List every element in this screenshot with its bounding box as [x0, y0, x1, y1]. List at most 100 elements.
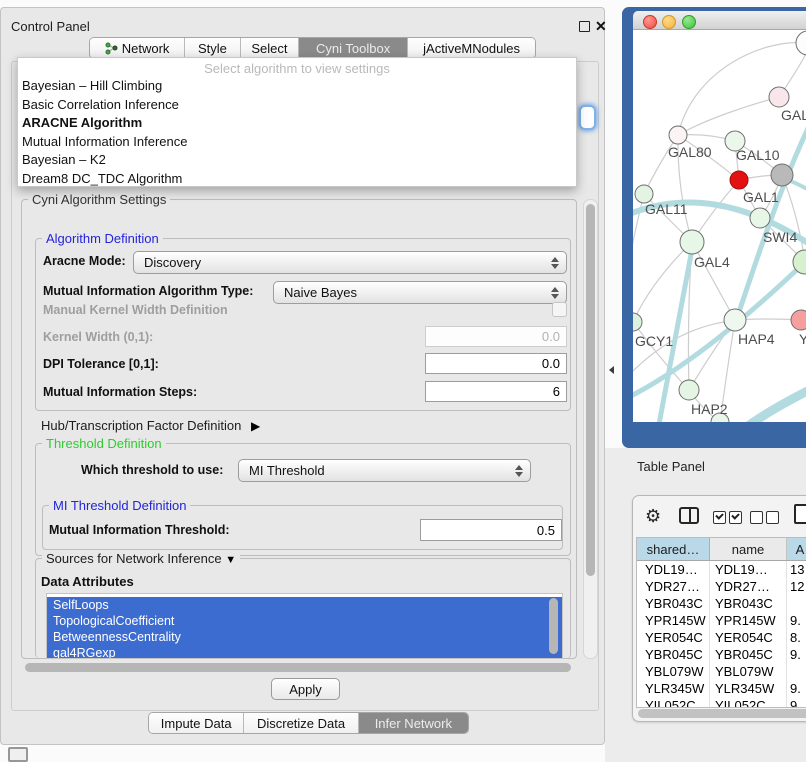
cell[interactable]: YBL079W: [637, 663, 710, 680]
table-row[interactable]: YLR345W YLR345W 9.: [637, 680, 806, 697]
list-item[interactable]: BetweennessCentrality: [47, 629, 562, 645]
node[interactable]: [750, 208, 770, 228]
tab-network[interactable]: Network: [90, 38, 185, 58]
table-row[interactable]: YBL079W YBL079W: [637, 663, 806, 680]
cell[interactable]: YPR145W: [637, 612, 710, 629]
minimize-traffic-light-icon[interactable]: [662, 15, 676, 29]
cell[interactable]: [787, 595, 806, 612]
new-column-icon[interactable]: [794, 504, 806, 524]
list-item[interactable]: SelfLoops: [47, 597, 562, 613]
node-hap2[interactable]: [679, 380, 699, 400]
cell[interactable]: YIL052C: [710, 697, 787, 708]
network-canvas[interactable]: GAL GAL80 GAL10 GAL1 GAL11 SWI4 GAL4 GCY…: [633, 30, 806, 422]
table-row[interactable]: YIL052C YIL052C 9: [637, 697, 806, 708]
tab-cyni-toolbox[interactable]: Cyni Toolbox: [299, 38, 408, 58]
list-item[interactable]: gal4RGexp: [47, 645, 562, 659]
tab-select[interactable]: Select: [241, 38, 299, 58]
cell[interactable]: YDL19…: [637, 561, 710, 578]
cell[interactable]: YDR27…: [637, 578, 710, 595]
table-row[interactable]: YPR145W YPR145W 9.: [637, 612, 806, 629]
cell[interactable]: YBR045C: [637, 646, 710, 663]
deselect-all-columns-icon[interactable]: [750, 511, 779, 524]
node-gal4[interactable]: [680, 230, 704, 254]
cell[interactable]: YDR27…: [710, 578, 787, 595]
network-window-titlebar[interactable]: [633, 11, 806, 30]
expand-arrow-icon[interactable]: ▶: [251, 419, 260, 433]
dropdown-item[interactable]: Bayesian – Hill Climbing: [20, 77, 562, 95]
column-header[interactable]: shared…: [637, 538, 710, 560]
table-hscrollbar-thumb[interactable]: [638, 709, 806, 718]
cell[interactable]: YER054C: [710, 629, 787, 646]
table-row[interactable]: YER054C YER054C 8.: [637, 629, 806, 646]
select-all-columns-icon[interactable]: [713, 511, 742, 524]
cell[interactable]: 12: [787, 578, 806, 595]
node-hap4[interactable]: [724, 309, 746, 331]
tab-impute-data[interactable]: Impute Data: [149, 713, 244, 733]
close-traffic-light-icon[interactable]: [643, 15, 657, 29]
dpi-tolerance-field[interactable]: 0.0: [425, 353, 567, 374]
hub-definition-expander[interactable]: Hub/Transcription Factor Definition ▶: [41, 418, 260, 433]
node-gal80[interactable]: [669, 126, 687, 144]
cell[interactable]: YBR045C: [710, 646, 787, 663]
cell[interactable]: YDL19…: [710, 561, 787, 578]
dropdown-item[interactable]: Bayesian – K2: [20, 151, 562, 169]
node-table[interactable]: shared… name A YDL19… YDL19… 13 YDR27… Y…: [636, 537, 806, 708]
cell[interactable]: YLR345W: [710, 680, 787, 697]
tab-discretize-data[interactable]: Discretize Data: [244, 713, 358, 733]
cell[interactable]: 9.: [787, 612, 806, 629]
mi-threshold-field[interactable]: 0.5: [420, 519, 562, 541]
vertical-scrollbar[interactable]: [583, 199, 598, 659]
tab-style[interactable]: Style: [185, 38, 241, 58]
cell[interactable]: YBL079W: [710, 663, 787, 680]
mi-algorithm-type-combo[interactable]: Naive Bayes: [273, 281, 567, 304]
split-columns-icon[interactable]: [679, 507, 699, 524]
cell[interactable]: [787, 663, 806, 680]
node[interactable]: [769, 87, 789, 107]
close-icon[interactable]: ✕: [595, 18, 607, 35]
cell[interactable]: 9: [787, 697, 806, 708]
tab-infer-network[interactable]: Infer Network: [359, 713, 468, 733]
dropdown-item[interactable]: Dream8 DC_TDC Algorithm: [20, 170, 562, 188]
dropdown-item[interactable]: Basic Correlation Inference: [20, 96, 562, 114]
kernel-width-field[interactable]: 0.0: [425, 326, 567, 347]
cell[interactable]: YLR345W: [637, 680, 710, 697]
which-threshold-combo[interactable]: MI Threshold: [238, 459, 531, 482]
node-gcy1[interactable]: [633, 313, 642, 331]
cell[interactable]: 8.: [787, 629, 806, 646]
cell[interactable]: YBR043C: [710, 595, 787, 612]
manual-kernel-width-checkbox[interactable]: [552, 302, 567, 317]
mi-steps-field[interactable]: 6: [425, 381, 567, 402]
column-header[interactable]: A: [787, 538, 806, 560]
algorithm-combo-focus-remnant[interactable]: [579, 105, 596, 130]
zoom-traffic-light-icon[interactable]: [682, 15, 696, 29]
aracne-mode-combo[interactable]: Discovery: [133, 251, 567, 274]
list-item[interactable]: TopologicalCoefficient: [47, 613, 562, 629]
cell[interactable]: 13: [787, 561, 806, 578]
node-salmon[interactable]: [791, 310, 806, 330]
gear-icon[interactable]: ⚙: [645, 507, 661, 525]
apply-button[interactable]: Apply: [271, 678, 340, 700]
node[interactable]: [796, 31, 806, 55]
float-window-icon[interactable]: [579, 21, 590, 32]
column-header[interactable]: name: [710, 538, 787, 560]
dropdown-item[interactable]: Mutual Information Inference: [20, 133, 562, 151]
cell[interactable]: 9.: [787, 680, 806, 697]
data-attributes-list[interactable]: SelfLoops TopologicalCoefficient Between…: [46, 593, 563, 659]
collapse-arrow-icon[interactable]: ▼: [225, 554, 236, 566]
table-row[interactable]: YDL19… YDL19… 13: [637, 561, 806, 578]
node-red[interactable]: [730, 171, 748, 189]
cell[interactable]: 9.: [787, 646, 806, 663]
cell[interactable]: YPR145W: [710, 612, 787, 629]
table-row[interactable]: YBR045C YBR045C 9.: [637, 646, 806, 663]
tab-jactivemnodules[interactable]: jActiveMNodules: [408, 38, 535, 58]
node-gray[interactable]: [771, 164, 793, 186]
cell[interactable]: YBR043C: [637, 595, 710, 612]
divider-collapse-icon[interactable]: [609, 366, 614, 374]
table-row[interactable]: YBR043C YBR043C: [637, 595, 806, 612]
list-scrollbar-thumb[interactable]: [549, 598, 558, 654]
cell[interactable]: YER054C: [637, 629, 710, 646]
table-row[interactable]: YDR27… YDR27… 12: [637, 578, 806, 595]
dropdown-item-selected[interactable]: ARACNE Algorithm: [20, 114, 562, 132]
collapsed-panel-icon[interactable]: [8, 747, 28, 762]
cell[interactable]: YIL052C: [637, 697, 710, 708]
